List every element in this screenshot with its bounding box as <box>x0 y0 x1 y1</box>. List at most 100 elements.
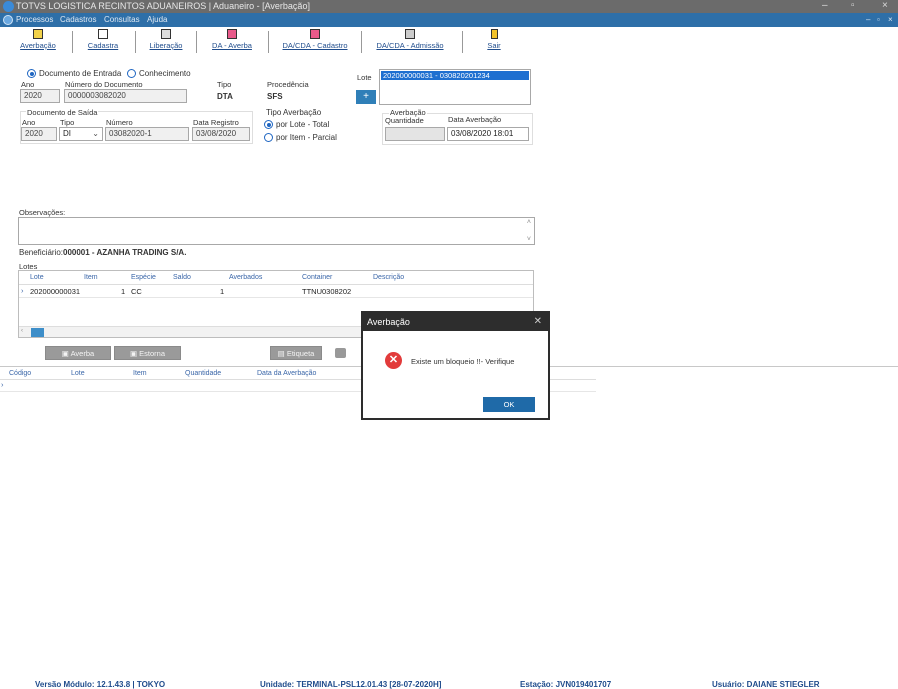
lote-label: Lote <box>357 73 372 82</box>
column-header-quantidade[interactable]: Quantidade <box>185 370 221 377</box>
menu-processos[interactable]: Processos <box>16 13 53 27</box>
saida-ano-field[interactable]: 2020 <box>21 127 57 141</box>
mdi-minimize-icon[interactable]: – <box>866 13 870 27</box>
row-pointer-icon: › <box>1 380 4 389</box>
toolbar-divider <box>462 31 463 53</box>
toolbar-da-averba-button[interactable]: DA - Averba <box>207 29 257 50</box>
quantidade-field[interactable] <box>385 127 445 141</box>
radio-documento-entrada[interactable] <box>27 69 36 78</box>
cell-averbados: 1 <box>220 287 225 296</box>
page-icon <box>98 29 108 39</box>
estorna-button[interactable]: ▣ Estorna <box>114 346 181 360</box>
lote-list-item[interactable]: 202000000031 - 030820201234 <box>381 71 529 80</box>
column-header-container[interactable]: Container <box>302 274 332 281</box>
quantidade-label: Quantidade <box>385 116 424 125</box>
radio-por-lote[interactable] <box>264 120 273 129</box>
table-row[interactable]: › 202000000031 1 CC 1 TTNU0308202 <box>19 285 533 298</box>
ano-label: Ano <box>21 80 35 89</box>
estorna-icon: ▣ <box>129 349 140 358</box>
toolbar-averbacao-button[interactable]: Averbação <box>18 29 58 50</box>
ok-button[interactable]: OK <box>483 397 535 412</box>
column-header-item[interactable]: Item <box>84 274 98 281</box>
ano-field[interactable]: 2020 <box>20 89 60 103</box>
saida-numero-label: Número <box>106 118 133 127</box>
tipo-label: Tipo <box>217 80 232 89</box>
error-icon: ✕ <box>385 352 402 369</box>
observacoes-label: Observações: <box>19 208 66 217</box>
radio-por-item[interactable] <box>264 133 273 142</box>
dialog-title: Averbação <box>363 313 548 331</box>
scroll-left-icon[interactable]: ‹ <box>21 328 23 334</box>
data-averbacao-label: Data Averbação <box>448 115 502 124</box>
toolbar-divider <box>196 31 197 53</box>
dialog-close-icon[interactable]: ✕ <box>534 313 542 331</box>
data-averbacao-field[interactable]: 03/08/2020 18:01 <box>447 127 529 141</box>
etiqueta-icon: ▤ <box>277 349 287 358</box>
averba-icon: ▣ <box>61 349 71 358</box>
beneficiario-value: 000001 - AZANHA TRADING S/A. <box>63 248 187 257</box>
toolbar: Averbação Cadastra Liberação DA - Averba… <box>0 27 898 59</box>
scroll-up-icon[interactable]: ˄ <box>527 219 531 226</box>
por-lote-label: por Lote - Total <box>276 120 330 129</box>
document-icon <box>33 29 43 39</box>
column-header-especie[interactable]: Espécie <box>131 274 156 281</box>
column-header-codigo[interactable]: Código <box>9 370 31 377</box>
averba-button[interactable]: ▣ Averba <box>45 346 111 360</box>
conhecimento-label: Conhecimento <box>139 69 191 78</box>
house-icon <box>227 29 237 39</box>
averbacao-dialog: Averbação ✕ ✕ Existe um bloqueio !!- Ver… <box>361 311 550 420</box>
cell-item: 1 <box>121 287 126 296</box>
exit-icon <box>490 29 498 39</box>
column-header-data-averbacao[interactable]: Data da Averbação <box>257 370 316 377</box>
toolbar-cadastra-button[interactable]: Cadastra <box>83 29 123 50</box>
tipo-value: DTA <box>217 92 233 101</box>
toolbar-sair-button[interactable]: Sair <box>484 29 504 50</box>
column-header-descricao[interactable]: Descrição <box>373 274 404 281</box>
print-icon[interactable] <box>335 348 346 358</box>
toolbar-da-cda-cadastro-button[interactable]: DA/CDA - Cadastro <box>279 29 351 50</box>
toolbar-divider <box>72 31 73 53</box>
column-header-lote[interactable]: Lote <box>71 370 85 377</box>
documento-entrada-label: Documento de Entrada <box>39 69 122 78</box>
status-unidade: Unidade: TERMINAL-PSL12.01.43 [28-07-202… <box>260 680 442 689</box>
procedencia-value: SFS <box>267 92 283 101</box>
menu-consultas[interactable]: Consultas <box>104 13 140 27</box>
scroll-thumb[interactable] <box>31 328 44 337</box>
status-versao: Versão Módulo: 12.1.43.8 | TOKYO <box>35 680 166 689</box>
saida-tipo-label: Tipo <box>60 118 75 127</box>
numero-documento-label: Número do Documento <box>65 80 143 89</box>
procedencia-label: Procedência <box>267 80 309 89</box>
observacoes-textarea[interactable]: ˄ ˅ <box>18 217 535 245</box>
saida-numero-field[interactable]: 03082020-1 <box>105 127 189 141</box>
plus-icon: + <box>363 91 369 102</box>
title-bar: TOTVS LOGISTICA RECINTOS ADUANEIROS | Ad… <box>0 0 898 13</box>
add-lote-button[interactable]: + <box>356 90 376 104</box>
menu-cadastros[interactable]: Cadastros <box>60 13 96 27</box>
maximize-icon[interactable]: ▫ <box>851 0 855 12</box>
column-header-item[interactable]: Item <box>133 370 147 377</box>
toolbar-liberacao-button[interactable]: Liberação <box>146 29 186 50</box>
minimize-icon[interactable]: – <box>822 0 828 12</box>
toolbar-da-cda-admissao-button[interactable]: DA/CDA - Admissão <box>372 29 448 50</box>
lote-listbox[interactable]: 202000000031 - 030820201234 <box>379 69 531 105</box>
scroll-down-icon[interactable]: ˅ <box>527 236 531 243</box>
menu-ajuda[interactable]: Ajuda <box>147 13 167 27</box>
dialog-message: Existe um bloqueio !!- Verifique <box>411 357 515 366</box>
radio-conhecimento[interactable] <box>127 69 136 78</box>
status-estacao: Estação: JVN019401707 <box>520 680 612 689</box>
mdi-close-icon[interactable]: × <box>888 13 893 27</box>
data-registro-label: Data Registro <box>193 118 239 127</box>
column-header-lote[interactable]: Lote <box>30 274 44 281</box>
close-icon[interactable]: × <box>882 0 888 12</box>
etiqueta-button[interactable]: ▤ Etiqueta <box>270 346 322 360</box>
toolbar-divider <box>361 31 362 53</box>
house-icon <box>310 29 320 39</box>
window-title: TOTVS LOGISTICA RECINTOS ADUANEIROS | Ad… <box>16 1 310 11</box>
mdi-restore-icon[interactable]: ▫ <box>877 13 880 27</box>
saida-tipo-select[interactable]: DI ⌄ <box>59 127 103 141</box>
numero-documento-field[interactable]: 0000003082020 <box>64 89 187 103</box>
column-header-averbados[interactable]: Averbados <box>229 274 262 281</box>
column-header-saldo[interactable]: Saldo <box>173 274 191 281</box>
menu-logo-icon <box>3 15 13 25</box>
data-registro-field[interactable]: 03/08/2020 <box>192 127 250 141</box>
